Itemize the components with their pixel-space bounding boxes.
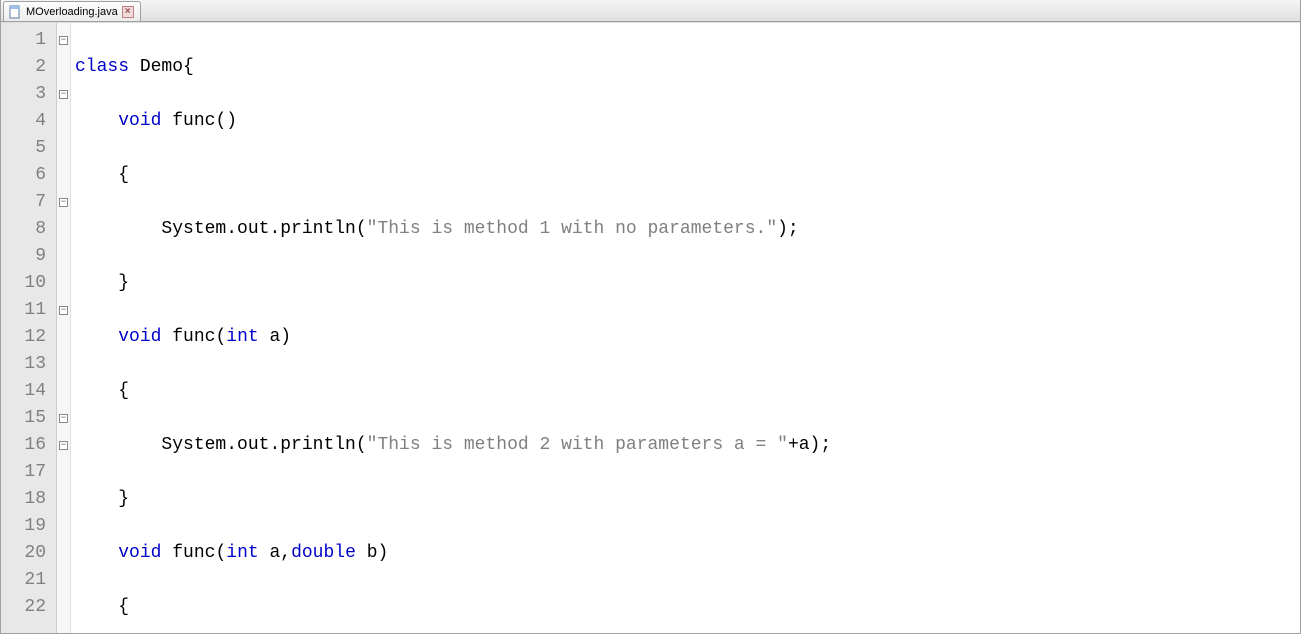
line-number[interactable]: 2	[7, 54, 46, 81]
line-number[interactable]: 19	[7, 513, 46, 540]
code-line: void func(int a,double b)	[73, 540, 1300, 567]
line-number[interactable]: 11	[7, 297, 46, 324]
code-area[interactable]: class Demo{ void func() { System.out.pri…	[71, 23, 1300, 633]
line-number[interactable]: 7	[7, 189, 46, 216]
line-number[interactable]: 22	[7, 594, 46, 621]
code-line: {	[73, 594, 1300, 621]
line-number[interactable]: 20	[7, 540, 46, 567]
line-number[interactable]: 10	[7, 270, 46, 297]
code-line: {	[73, 162, 1300, 189]
fold-toggle[interactable]: −	[57, 297, 70, 324]
fold-toggle[interactable]: −	[57, 81, 70, 108]
line-number[interactable]: 9	[7, 243, 46, 270]
file-tab[interactable]: MOverloading.java ×	[3, 1, 141, 21]
line-number[interactable]: 18	[7, 486, 46, 513]
line-number[interactable]: 12	[7, 324, 46, 351]
editor-body: 1 2 3 4 5 6 7 8 9 10 11 12 13 14 15 16 1…	[1, 22, 1300, 633]
code-line: System.out.println("This is method 2 wit…	[73, 432, 1300, 459]
line-number[interactable]: 3	[7, 81, 46, 108]
line-number[interactable]: 14	[7, 378, 46, 405]
code-line: }	[73, 486, 1300, 513]
tab-filename: MOverloading.java	[26, 6, 118, 18]
line-number[interactable]: 16	[7, 432, 46, 459]
line-number[interactable]: 13	[7, 351, 46, 378]
code-line: void func()	[73, 108, 1300, 135]
code-line: class Demo{	[73, 54, 1300, 81]
code-line: }	[73, 270, 1300, 297]
fold-toggle[interactable]: −	[57, 27, 70, 54]
line-number[interactable]: 4	[7, 108, 46, 135]
line-number[interactable]: 21	[7, 567, 46, 594]
line-number-gutter: 1 2 3 4 5 6 7 8 9 10 11 12 13 14 15 16 1…	[1, 23, 57, 633]
tab-bar: MOverloading.java ×	[1, 0, 1300, 22]
code-line: System.out.println("This is method 1 wit…	[73, 216, 1300, 243]
line-number[interactable]: 5	[7, 135, 46, 162]
editor-frame: MOverloading.java × 1 2 3 4 5 6 7 8 9 10…	[0, 0, 1301, 634]
close-icon[interactable]: ×	[122, 6, 134, 18]
line-number[interactable]: 15	[7, 405, 46, 432]
code-line: void func(int a)	[73, 324, 1300, 351]
fold-toggle[interactable]: −	[57, 189, 70, 216]
line-number[interactable]: 1	[7, 27, 46, 54]
line-number[interactable]: 8	[7, 216, 46, 243]
fold-column: − − − − − −	[57, 23, 71, 633]
fold-toggle[interactable]: −	[57, 405, 70, 432]
code-line: {	[73, 378, 1300, 405]
line-number[interactable]: 17	[7, 459, 46, 486]
fold-toggle[interactable]: −	[57, 432, 70, 459]
line-number[interactable]: 6	[7, 162, 46, 189]
file-icon	[8, 5, 22, 19]
